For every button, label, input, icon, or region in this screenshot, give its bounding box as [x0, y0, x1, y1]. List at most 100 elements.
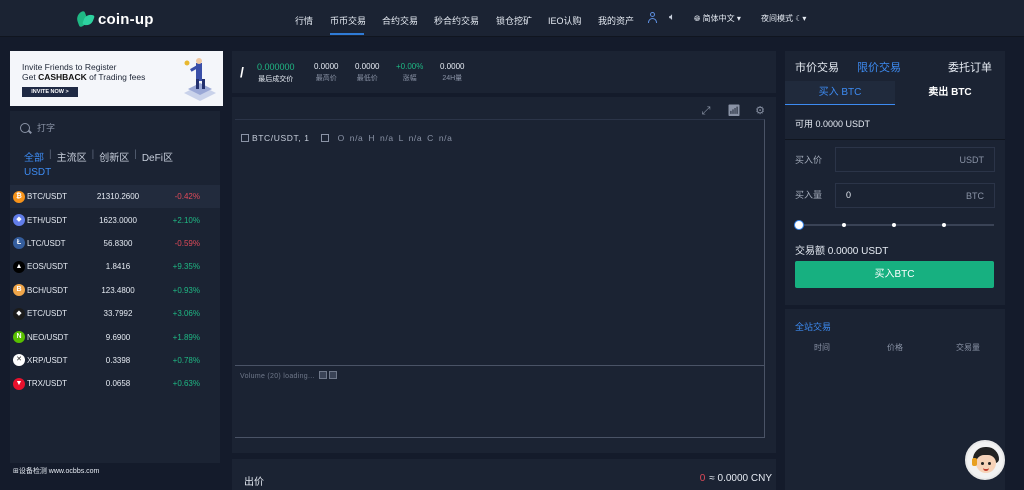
ticker-high: 0.0000 最高价 [314, 62, 338, 83]
volume-close-icon[interactable] [328, 371, 337, 379]
change-label: 涨幅 [402, 75, 417, 82]
market-row[interactable]: B BCH/USDT 123.4800 +0.93% [10, 279, 220, 302]
footer-link[interactable]: ⊞设备检测 www.ocbbs.com [13, 466, 99, 476]
tab-buy-btc[interactable]: 买入 BTC [785, 81, 895, 105]
nav-item-second-contract[interactable]: 秒合约交易 [434, 14, 479, 27]
banner-prefix: Get [22, 72, 36, 82]
nav-item-ieo[interactable]: IEO认购 [548, 14, 582, 27]
settings-square-icon[interactable] [320, 134, 329, 142]
orderbook-title: 出价 [244, 477, 264, 488]
market-change: +0.93% [172, 285, 200, 295]
kline-chart-panel[interactable]: ⤢ 📶︎ ⚙ BTC/USDT, 1 O n/a H n/a L n/a C n… [232, 97, 776, 453]
filter-defi[interactable]: DeFi区 [142, 149, 173, 164]
tab-market-order[interactable]: 市价交易 [795, 59, 839, 75]
user-icon[interactable] [647, 12, 658, 24]
customer-service-avatar[interactable] [965, 440, 1005, 480]
speaker-icon[interactable]: 🔈︎ [669, 12, 675, 23]
market-row[interactable]: ◆ ETH/USDT 1623.0000 +2.10% [10, 208, 220, 231]
tab-sell-btc[interactable]: 卖出 BTC [895, 81, 1005, 105]
market-change: +2.10% [172, 215, 200, 225]
nav-item-market[interactable]: 行情 [295, 14, 313, 27]
market-pair: ETC/USDT [27, 309, 67, 319]
nav-item-lock-mining[interactable]: 锁仓挖矿 [496, 14, 532, 27]
chevron-down-icon: ▾ [736, 14, 741, 23]
market-row[interactable]: ◆ ETC/USDT 33.7992 +3.06% [10, 302, 220, 325]
filter-divider: | [91, 149, 95, 160]
buy-price-input[interactable] [846, 154, 936, 164]
market-price: 123.4800 [101, 285, 135, 295]
market-change: +0.63% [172, 379, 200, 389]
buy-btc-button[interactable]: 买入BTC [795, 261, 994, 288]
column-price: 价格 [887, 343, 903, 352]
logo[interactable]: coin-up [74, 9, 154, 29]
market-price: 56.8300 [103, 238, 133, 248]
nav-item-contract-trading[interactable]: 合约交易 [382, 14, 418, 27]
available-balance: 可用 0.0000 USDT [795, 119, 871, 129]
search-icon [20, 123, 30, 133]
xrp-icon: ✕ [13, 354, 25, 367]
market-row[interactable]: ▲ EOS/USDT 1.8416 +9.35% [10, 255, 220, 278]
night-mode-toggle[interactable]: 夜间模式 ☾▾ [761, 13, 806, 24]
invite-banner[interactable]: Invite Friends to Register Get CASHBACK … [10, 51, 223, 106]
tron-icon: ▼ [13, 377, 25, 390]
ticker-low: 0.0000 最低价 [355, 62, 379, 83]
neo-icon: N [13, 331, 25, 344]
low-value: 0.0000 [355, 62, 380, 71]
indicator-icon[interactable]: 📶︎ [727, 105, 741, 117]
market-row[interactable]: ▼ TRX/USDT 0.0658 +0.63% [10, 372, 220, 395]
chart-frame [235, 119, 765, 438]
ticker-bar: / 0.000000 最后成交价 0.0000 最高价 0.0000 最低价 +… [232, 51, 776, 93]
tab-open-orders[interactable]: 委托订单 [948, 59, 992, 75]
bitcoin-cash-icon: B [13, 284, 25, 297]
percentage-slider[interactable] [794, 220, 994, 230]
ticker-last-price: 0.000000 最后成交价 [257, 62, 295, 84]
market-row[interactable]: ₿ BTC/USDT 21310.2600 -0.42% [10, 185, 220, 209]
filter-all[interactable]: 全部 [24, 149, 44, 164]
buy-price-field[interactable]: USDT [835, 147, 995, 172]
slider-knob[interactable] [794, 220, 804, 230]
market-price: 1.8416 [105, 262, 131, 272]
logo-text: coin-up [98, 10, 154, 28]
bitcoin-icon: ₿ [13, 190, 25, 203]
buy-qty-input[interactable] [846, 190, 936, 200]
tab-limit-order[interactable]: 限价交易 [857, 59, 901, 75]
filter-mainstream[interactable]: 主流区 [57, 149, 87, 164]
volume-pane-divider[interactable] [235, 365, 765, 366]
market-change: +1.89% [172, 332, 200, 342]
nav-active-indicator [330, 33, 364, 35]
filter-innovation[interactable]: 创新区 [99, 149, 129, 164]
slider-stop-25[interactable] [842, 223, 846, 227]
chart-pair-label: BTC/USDT, 1 [252, 133, 310, 143]
column-time: 时间 [814, 343, 830, 352]
search-input[interactable] [37, 123, 187, 133]
orderbook-price: 0 ≈ 0.0000 CNY [700, 473, 772, 484]
market-row[interactable]: N NEO/USDT 9.6900 +1.89% [10, 325, 220, 348]
market-pair: TRX/USDT [27, 379, 67, 389]
high-value: 0.0000 [314, 62, 339, 71]
nav-item-my-assets[interactable]: 我的资产 [598, 14, 634, 27]
logo-leaf-icon [74, 10, 95, 28]
slider-stop-75[interactable] [942, 223, 946, 227]
market-price: 0.3398 [105, 355, 131, 365]
invite-now-button[interactable]: INVITE NOW > [22, 87, 78, 97]
market-row[interactable]: ✕ XRP/USDT 0.3398 +0.78% [10, 349, 220, 372]
fullscreen-icon[interactable]: ⤢ [700, 105, 712, 117]
banner-illustration-icon [184, 58, 216, 101]
quote-currency-tab[interactable]: USDT [24, 167, 51, 178]
market-row[interactable]: Ł LTC/USDT 56.8300 -0.59% [10, 232, 220, 255]
all-trades-title[interactable]: 全站交易 [795, 320, 831, 333]
market-pair: LTC/USDT [27, 238, 66, 248]
volume-settings-icon[interactable] [318, 371, 327, 379]
orderbook-cny: ≈ 0.0000 CNY [709, 473, 772, 484]
nav-item-spot-trading[interactable]: 币币交易 [330, 14, 366, 27]
buy-sell-switch: 买入 BTC 卖出 BTC [785, 81, 1005, 105]
slider-stop-50[interactable] [892, 223, 896, 227]
chevron-down-icon: ▾ [802, 14, 807, 23]
market-price: 9.6900 [105, 332, 131, 342]
buy-qty-field[interactable]: BTC [835, 183, 995, 208]
market-price: 21310.2600 [96, 192, 140, 202]
gear-icon[interactable]: ⚙ [754, 105, 766, 117]
collapse-icon[interactable] [241, 134, 249, 142]
language-selector[interactable]: 🌐︎ 简体中文 ▾ [694, 13, 741, 24]
litecoin-icon: Ł [13, 237, 25, 250]
